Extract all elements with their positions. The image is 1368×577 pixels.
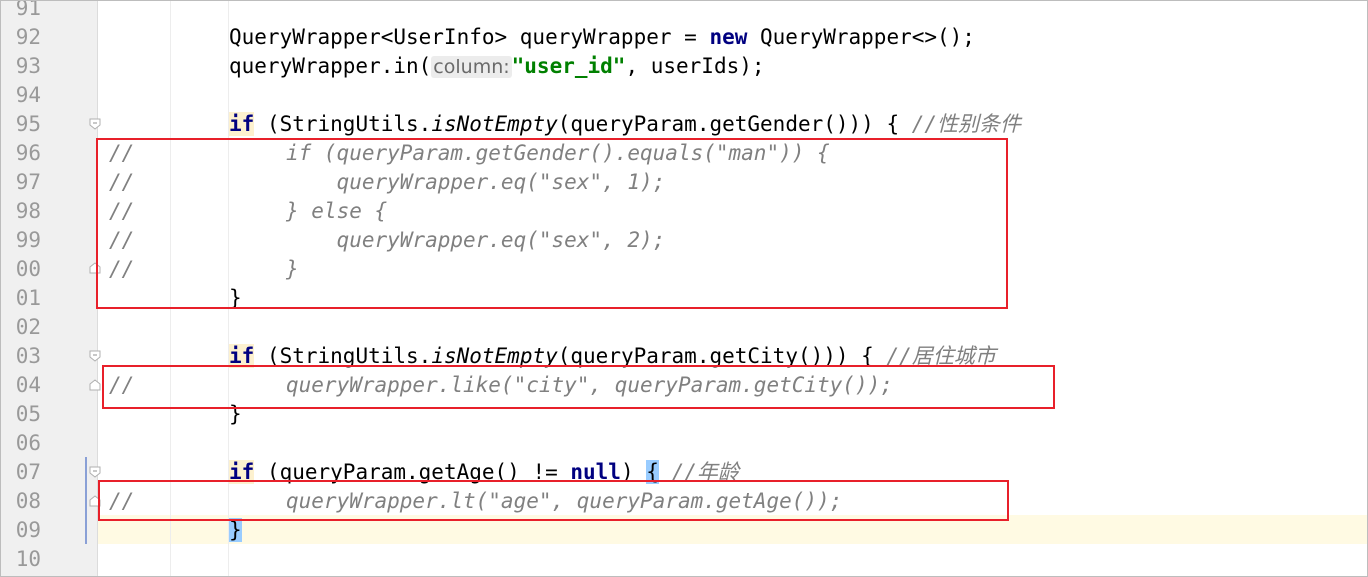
line-number: 95 (15, 112, 41, 136)
fold-open-icon[interactable] (89, 118, 101, 130)
matched-brace: } (229, 518, 242, 542)
parameter-hint: column: (431, 56, 512, 78)
method-name: isNotEmpty (431, 112, 558, 136)
line-number: 06 (15, 431, 41, 455)
annotation-box-age (98, 480, 1009, 521)
line-number: 00 (15, 257, 41, 281)
code-text: (queryParam.getGender())) { (557, 112, 912, 136)
fold-open-icon[interactable] (89, 350, 101, 362)
line-number: 02 (15, 315, 41, 339)
fold-open-icon[interactable] (89, 466, 101, 478)
line-number: 99 (15, 228, 41, 252)
code-line[interactable]: QueryWrapper<UserInfo> queryWrapper = ne… (229, 23, 975, 52)
line-number: 96 (15, 141, 41, 165)
code-text: queryWrapper.in( (229, 54, 432, 78)
line-number: 92 (15, 25, 41, 49)
code-line[interactable]: queryWrapper.in(column:"user_id", userId… (229, 52, 765, 81)
line-number: 97 (15, 170, 41, 194)
line-number: 04 (15, 373, 41, 397)
annotation-box-city (102, 365, 1055, 409)
code-editor-window: 91 92 93 94 95 96 97 98 99 00 01 02 03 0… (0, 0, 1368, 577)
line-number: 01 (15, 286, 41, 310)
line-number: 98 (15, 199, 41, 223)
line-number: 03 (15, 344, 41, 368)
line-number: 08 (15, 489, 41, 513)
line-number: 05 (15, 402, 41, 426)
code-line[interactable]: if (StringUtils.isNotEmpty(queryParam.ge… (229, 110, 1021, 139)
line-number: 07 (15, 460, 41, 484)
fold-end-icon[interactable] (89, 379, 101, 391)
vcs-change-marker (85, 457, 87, 544)
string-literal: "user_id" (511, 54, 626, 78)
line-number: 10 (15, 547, 41, 571)
line-number: 91 (15, 0, 41, 20)
code-text: , userIds); (625, 54, 765, 78)
keyword: new (709, 25, 748, 49)
keyword: if (229, 112, 255, 136)
code-text: (StringUtils. (254, 112, 432, 136)
comment: //性别条件 (911, 112, 1022, 136)
code-text: QueryWrapper<>(); (747, 25, 975, 49)
line-number: 09 (15, 518, 41, 542)
line-number: 94 (15, 83, 41, 107)
annotation-box-gender (96, 138, 1008, 309)
line-number: 93 (15, 54, 41, 78)
code-text: QueryWrapper<UserInfo> queryWrapper = (229, 25, 710, 49)
